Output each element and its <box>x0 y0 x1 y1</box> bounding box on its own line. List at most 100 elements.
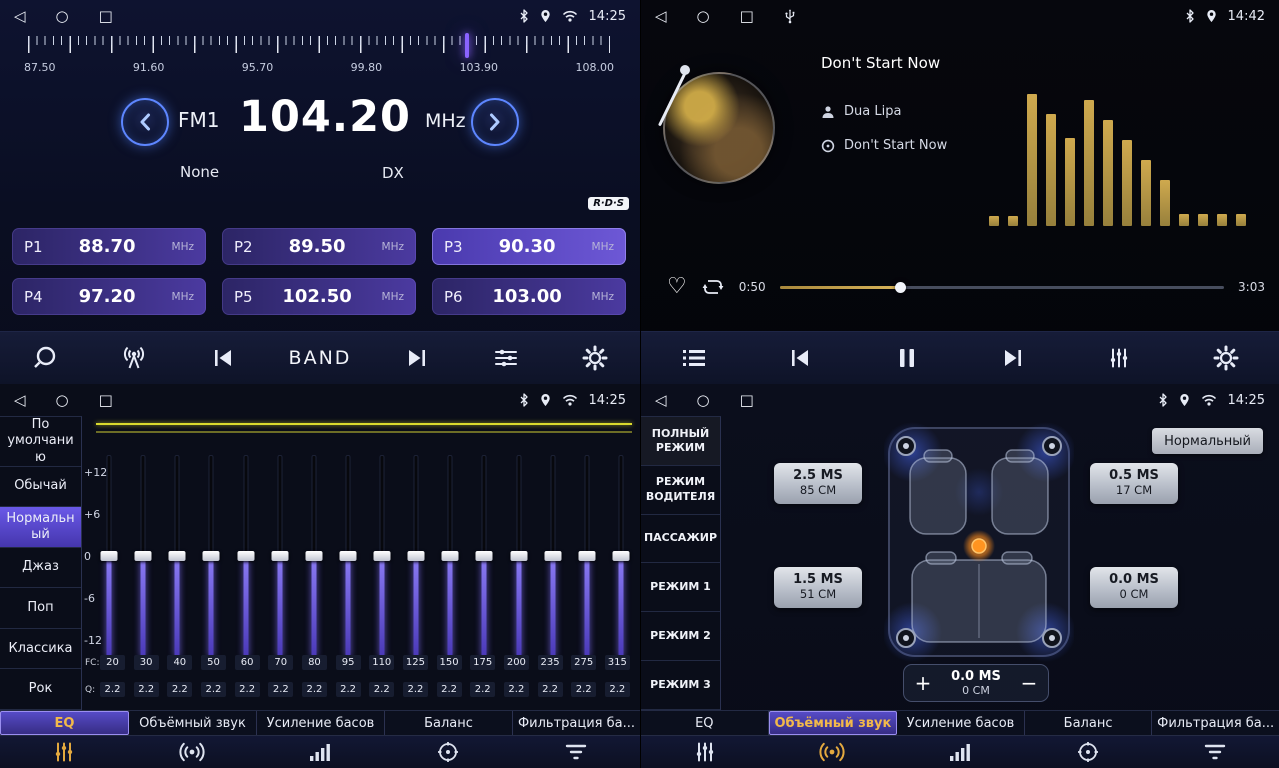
next-track-button[interactable] <box>990 337 1036 379</box>
recents-button[interactable]: □ <box>99 0 113 32</box>
slider-handle[interactable] <box>578 551 595 561</box>
recents-button[interactable]: □ <box>740 384 754 416</box>
sound-profile-button[interactable]: Нормальный <box>1152 428 1263 454</box>
playlist-button[interactable] <box>671 337 717 379</box>
mode-item-4[interactable]: РЕЖИМ 2 <box>641 612 720 661</box>
eq-band-slider-14[interactable] <box>578 455 596 657</box>
settings-button[interactable] <box>1203 337 1249 379</box>
eq-band-slider-7[interactable] <box>339 455 357 657</box>
mode-item-3[interactable]: РЕЖИМ 1 <box>641 563 720 612</box>
audio-settings-button[interactable] <box>483 337 529 379</box>
eq-band-slider-11[interactable] <box>475 455 493 657</box>
slider-handle[interactable] <box>203 551 220 561</box>
slider-handle[interactable] <box>169 551 186 561</box>
eq-band-slider-13[interactable] <box>544 455 562 657</box>
radio-preset-3[interactable]: P390.30MHz <box>432 228 626 265</box>
radio-preset-2[interactable]: P289.50MHz <box>222 228 416 265</box>
balance-icon[interactable] <box>1024 736 1152 768</box>
eq-band-slider-4[interactable] <box>237 455 255 657</box>
slider-handle[interactable] <box>237 551 254 561</box>
back-button[interactable]: ◁ <box>655 384 667 416</box>
delay-rear-right-button[interactable]: 0.0 MS 0 CM <box>1090 567 1178 608</box>
home-button[interactable]: ○ <box>697 0 710 32</box>
radio-preset-5[interactable]: P5102.50MHz <box>222 278 416 315</box>
slider-handle[interactable] <box>135 551 152 561</box>
eq-band-slider-15[interactable] <box>612 455 630 657</box>
band-button[interactable]: BAND <box>289 337 352 379</box>
eq-band-slider-10[interactable] <box>441 455 459 657</box>
home-button[interactable]: ○ <box>697 384 710 416</box>
audio-tab-1[interactable]: Объёмный звук <box>769 711 898 735</box>
slider-handle[interactable] <box>305 551 322 561</box>
scan-button[interactable] <box>22 337 68 379</box>
slider-handle[interactable] <box>374 551 391 561</box>
audio-tab-2[interactable]: Усиление басов <box>257 711 385 735</box>
audio-tab-0[interactable]: EQ <box>0 711 129 735</box>
surround-sound-icon[interactable] <box>128 736 256 768</box>
mode-item-5[interactable]: РЕЖИМ 3 <box>641 661 720 710</box>
bass-boost-icon[interactable] <box>896 736 1024 768</box>
radio-preset-1[interactable]: P188.70MHz <box>12 228 206 265</box>
delay-front-left-button[interactable]: 2.5 MS 85 CM <box>774 463 862 504</box>
eq-band-slider-1[interactable] <box>134 455 152 657</box>
eq-preset-1[interactable]: Обычай <box>0 467 81 508</box>
pause-button[interactable] <box>884 337 930 379</box>
seek-down-button[interactable] <box>121 98 169 146</box>
settings-button[interactable] <box>572 337 618 379</box>
home-button[interactable]: ○ <box>56 0 69 32</box>
radio-preset-4[interactable]: P497.20MHz <box>12 278 206 315</box>
filter-crossover-icon[interactable] <box>512 736 640 768</box>
eq-band-slider-0[interactable] <box>100 455 118 657</box>
slider-handle[interactable] <box>510 551 527 561</box>
slider-handle[interactable] <box>101 551 118 561</box>
previous-button[interactable] <box>200 337 246 379</box>
mode-item-2[interactable]: ПАССАЖИР <box>641 515 720 564</box>
next-button[interactable] <box>394 337 440 379</box>
balance-icon[interactable] <box>384 736 512 768</box>
back-button[interactable]: ◁ <box>655 0 667 32</box>
eq-band-slider-5[interactable] <box>271 455 289 657</box>
eq-band-slider-6[interactable] <box>305 455 323 657</box>
back-button[interactable]: ◁ <box>14 0 26 32</box>
audio-tab-1[interactable]: Объёмный звук <box>129 711 257 735</box>
slider-handle[interactable] <box>408 551 425 561</box>
eq-preset-0[interactable]: По умолчанию <box>0 417 81 467</box>
eq-band-slider-2[interactable] <box>168 455 186 657</box>
slider-handle[interactable] <box>544 551 561 561</box>
home-button[interactable]: ○ <box>56 384 69 416</box>
radio-preset-6[interactable]: P6103.00MHz <box>432 278 626 315</box>
delay-rear-left-button[interactable]: 1.5 MS 51 CM <box>774 567 862 608</box>
audio-tab-3[interactable]: Баланс <box>1025 711 1153 735</box>
audio-tab-3[interactable]: Баланс <box>385 711 513 735</box>
delay-front-right-button[interactable]: 0.5 MS 17 CM <box>1090 463 1178 504</box>
tuner-needle[interactable] <box>465 33 469 58</box>
slider-handle[interactable] <box>612 551 629 561</box>
audio-tab-4[interactable]: Фильтрация ба... <box>1152 711 1279 735</box>
mode-item-0[interactable]: ПОЛНЫЙ РЕЖИМ <box>641 417 720 466</box>
decrease-delay-button[interactable]: − <box>1010 671 1048 695</box>
equalizer-button[interactable] <box>1096 337 1142 379</box>
eq-preset-6[interactable]: Рок <box>0 669 81 710</box>
back-button[interactable]: ◁ <box>14 384 26 416</box>
tuner-scale[interactable] <box>28 36 610 56</box>
audio-tab-2[interactable]: Усиление басов <box>897 711 1025 735</box>
eq-preset-4[interactable]: Поп <box>0 588 81 629</box>
eq-band-slider-12[interactable] <box>510 455 528 657</box>
eq-preset-3[interactable]: Джаз <box>0 548 81 589</box>
bass-boost-icon[interactable] <box>256 736 384 768</box>
progress-slider[interactable] <box>780 286 1224 289</box>
seek-up-button[interactable] <box>471 98 519 146</box>
favorite-button[interactable]: ♡ <box>667 276 687 298</box>
slider-handle[interactable] <box>476 551 493 561</box>
recents-button[interactable]: □ <box>740 0 754 32</box>
eq-mixer-icon[interactable] <box>0 736 128 768</box>
recents-button[interactable]: □ <box>99 384 113 416</box>
surround-sound-icon[interactable] <box>769 736 897 768</box>
slider-handle[interactable] <box>339 551 356 561</box>
increase-delay-button[interactable]: + <box>904 671 942 695</box>
audio-tab-4[interactable]: Фильтрация ба... <box>513 711 640 735</box>
eq-mixer-icon[interactable] <box>641 736 769 768</box>
eq-band-slider-8[interactable] <box>373 455 391 657</box>
eq-preset-5[interactable]: Классика <box>0 629 81 670</box>
mode-item-1[interactable]: РЕЖИМ ВОДИТЕЛЯ <box>641 466 720 515</box>
